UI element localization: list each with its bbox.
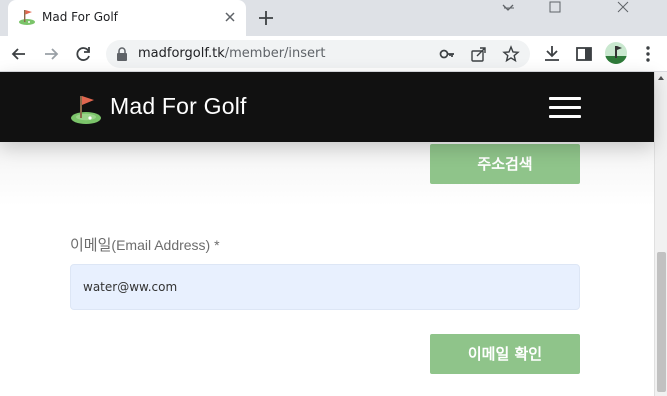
email-check-button[interactable]: 이메일 확인 bbox=[430, 334, 580, 374]
lock-icon[interactable] bbox=[116, 47, 128, 61]
url-text[interactable]: madforgolf.tk/member/insert bbox=[138, 46, 325, 61]
plus-icon[interactable] bbox=[256, 8, 276, 28]
url-host: madforgolf.tk bbox=[138, 46, 225, 61]
golf-flag-icon[interactable] bbox=[69, 92, 103, 126]
minimize-icon[interactable] bbox=[486, 0, 532, 30]
scroll-up-arrow-icon[interactable] bbox=[657, 74, 665, 82]
site-header: Mad For Golf bbox=[0, 72, 654, 142]
star-icon[interactable] bbox=[502, 45, 520, 63]
reload-icon[interactable] bbox=[72, 43, 94, 65]
browser-toolbar: madforgolf.tk/member/insert bbox=[0, 36, 667, 72]
kebab-menu-icon[interactable] bbox=[637, 43, 659, 65]
side-panel-icon[interactable] bbox=[573, 43, 595, 65]
profile-avatar[interactable] bbox=[605, 42, 627, 64]
close-icon[interactable] bbox=[222, 9, 238, 25]
page-scrollbar[interactable] bbox=[654, 72, 667, 396]
page-content: 주소검색 이메일(Email Address) * water@ww.com 이… bbox=[0, 142, 654, 396]
url-path: /member/insert bbox=[224, 46, 326, 61]
browser-tab[interactable]: Mad For Golf bbox=[8, 0, 246, 36]
menu-line bbox=[549, 97, 581, 100]
arrow-right-icon[interactable] bbox=[40, 43, 62, 65]
profile-image bbox=[605, 46, 627, 64]
window-close-icon[interactable] bbox=[578, 0, 667, 30]
share-icon[interactable] bbox=[470, 45, 488, 63]
scrollbar-thumb[interactable] bbox=[657, 252, 666, 392]
hamburger-menu-icon[interactable] bbox=[549, 97, 581, 119]
site-title[interactable]: Mad For Golf bbox=[110, 93, 247, 120]
arrow-left-icon[interactable] bbox=[8, 43, 30, 65]
menu-line bbox=[549, 106, 581, 109]
email-label: 이메일(Email Address) * bbox=[70, 234, 220, 255]
email-field[interactable]: water@ww.com bbox=[70, 264, 580, 310]
menu-line bbox=[549, 115, 581, 118]
address-bar[interactable]: madforgolf.tk/member/insert bbox=[106, 40, 530, 68]
maximize-icon[interactable] bbox=[532, 0, 578, 30]
email-label-main: 이메일 bbox=[70, 237, 112, 254]
tab-bar: Mad For Golf bbox=[0, 0, 667, 36]
tab-title: Mad For Golf bbox=[42, 10, 118, 24]
key-icon[interactable] bbox=[438, 45, 456, 63]
golf-flag-icon bbox=[19, 10, 35, 25]
address-search-button[interactable]: 주소검색 bbox=[430, 144, 580, 184]
email-label-sub: (Email Address) * bbox=[111, 237, 220, 253]
download-icon[interactable] bbox=[541, 43, 563, 65]
